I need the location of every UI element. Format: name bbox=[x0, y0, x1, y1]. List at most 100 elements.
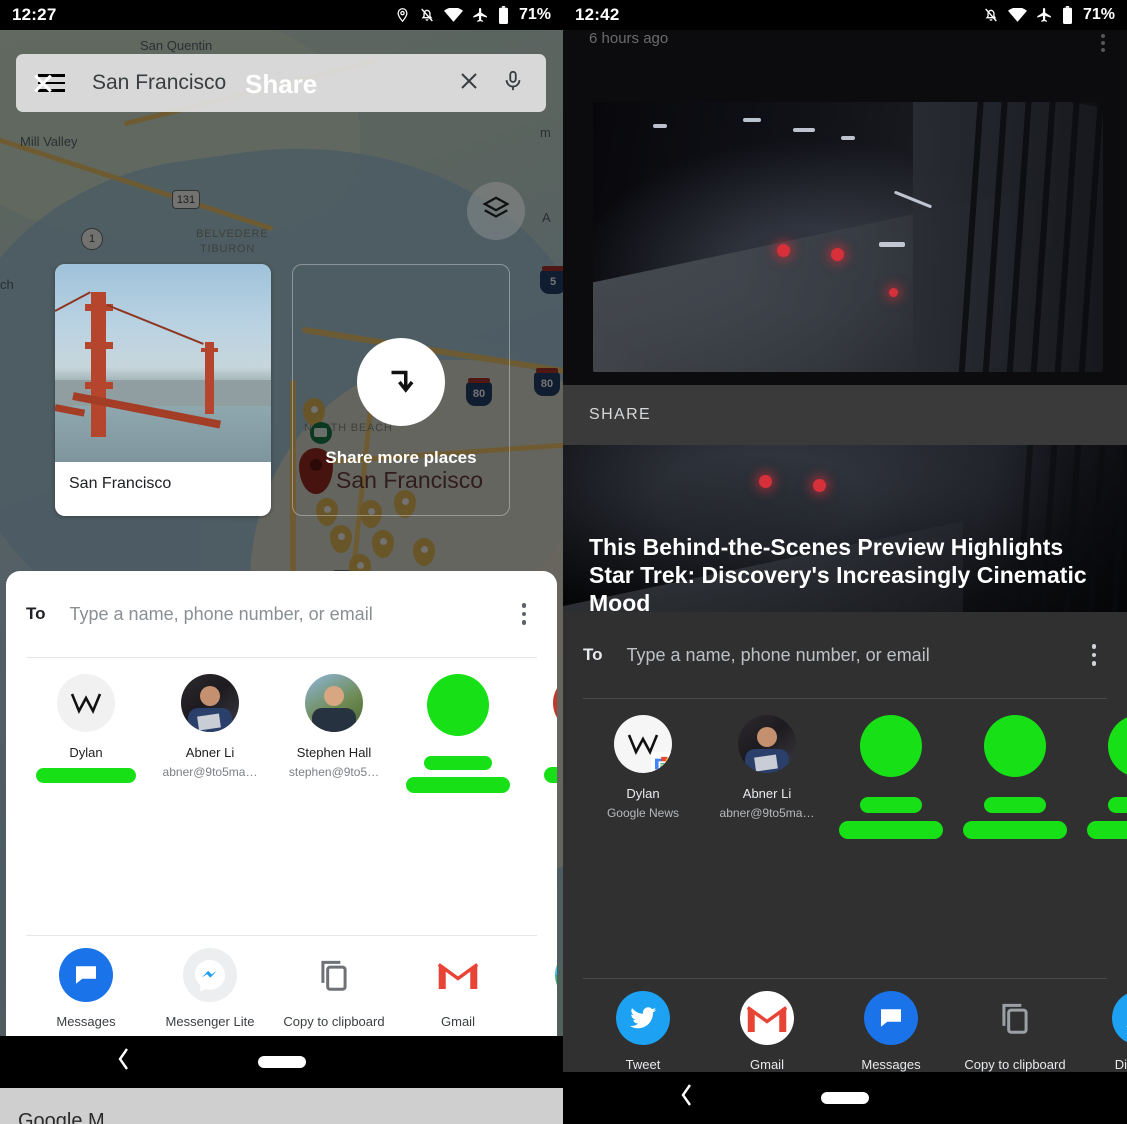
contact-chip[interactable] bbox=[396, 674, 520, 931]
app-label: Direct M bbox=[1114, 1057, 1127, 1072]
contact-chip[interactable] bbox=[953, 715, 1077, 974]
recipient-row[interactable]: To Type a name, phone number, or email bbox=[563, 612, 1127, 698]
app-target[interactable]: Gmail bbox=[705, 991, 829, 1072]
app-targets-row: Messages Messenger Lite Copy to clipboar… bbox=[6, 936, 557, 1029]
contact-name: Abner Li bbox=[742, 786, 792, 801]
app-target[interactable]: Messages bbox=[24, 948, 148, 1029]
contact-chip[interactable]: Abner Li abner@9to5ma… bbox=[148, 674, 272, 931]
clear-search-icon[interactable] bbox=[452, 69, 486, 98]
share-more-places-card[interactable]: Share more places bbox=[292, 264, 510, 516]
app-target[interactable]: Copy to clipboard bbox=[272, 948, 396, 1029]
status-time: 12:42 bbox=[575, 5, 620, 24]
battery-percent: 71% bbox=[1082, 6, 1115, 23]
contact-chip[interactable] bbox=[829, 715, 953, 974]
share-sheet-dark: To Type a name, phone number, or email D… bbox=[563, 612, 1127, 1072]
battery-icon bbox=[498, 6, 509, 24]
redacted-contact-detail bbox=[36, 768, 136, 783]
contact-detail: stephen@9to5… bbox=[288, 765, 380, 779]
avatar bbox=[614, 715, 672, 773]
home-pill[interactable] bbox=[821, 1092, 869, 1104]
app-target[interactable]: Messenger Lite bbox=[148, 948, 272, 1029]
messages-icon bbox=[864, 991, 918, 1045]
app-label: Messages bbox=[56, 1014, 116, 1029]
overflow-menu-icon[interactable] bbox=[1101, 34, 1105, 55]
slack-icon: S bbox=[555, 948, 557, 1002]
app-targets-row: Tweet Gmail Messages Copy to clipboard D… bbox=[563, 979, 1127, 1072]
page-caption: Google M bbox=[18, 1110, 105, 1124]
navigation-bar bbox=[563, 1072, 1127, 1124]
redacted-contact-detail bbox=[1087, 821, 1127, 839]
arrow-down-right-icon bbox=[357, 338, 445, 426]
screenshot-root: 12:27 71% San Francisco San Francisco Sh… bbox=[0, 0, 1127, 1124]
battery-percent: 71% bbox=[518, 6, 551, 23]
page-caption-strip: Google M bbox=[0, 1088, 563, 1124]
redacted-contact-detail bbox=[839, 821, 943, 839]
status-bar-left: 12:27 71% bbox=[0, 0, 563, 30]
overflow-menu-icon[interactable] bbox=[1081, 644, 1107, 666]
redacted-contact-name bbox=[1108, 797, 1127, 813]
home-pill[interactable] bbox=[257, 1056, 306, 1068]
gmail-icon bbox=[431, 948, 485, 1002]
app-target[interactable]: Direct M bbox=[1077, 991, 1127, 1072]
place-card-san-francisco[interactable]: San Francisco bbox=[55, 264, 271, 516]
redacted-contact-detail bbox=[963, 821, 1067, 839]
contact-detail: abner@9to5ma… bbox=[162, 765, 258, 779]
redacted-avatar bbox=[1108, 715, 1127, 777]
avatar bbox=[738, 715, 796, 773]
redacted-contact-name bbox=[424, 756, 492, 770]
gmail-icon bbox=[740, 991, 794, 1045]
app-target[interactable]: Messages bbox=[829, 991, 953, 1072]
voice-search-icon[interactable] bbox=[496, 69, 530, 98]
to-label: To bbox=[583, 645, 603, 664]
avatar bbox=[305, 674, 363, 732]
share-sheet-title: Share bbox=[245, 69, 318, 99]
contact-detail: abner@9to5ma… bbox=[719, 806, 815, 820]
contact-detail: Google News bbox=[606, 806, 680, 820]
contact-chip[interactable]: Stephen Hall stephen@9to5… bbox=[272, 674, 396, 931]
contact-chip[interactable]: Dylan Google News bbox=[581, 715, 705, 974]
messages-icon bbox=[59, 948, 113, 1002]
app-label: Gmail bbox=[441, 1014, 475, 1029]
recipient-row[interactable]: To Type a name, phone number, or email bbox=[6, 571, 557, 657]
app-target[interactable]: Gmail bbox=[396, 948, 520, 1029]
twitter-icon bbox=[1112, 991, 1127, 1045]
left-phone-panel: 12:27 71% San Francisco San Francisco Sh… bbox=[0, 0, 563, 1124]
recipient-input[interactable]: Type a name, phone number, or email bbox=[627, 645, 1081, 666]
share-sheet-light: To Type a name, phone number, or email D… bbox=[6, 571, 557, 1066]
redacted-avatar bbox=[860, 715, 922, 777]
app-target[interactable]: Copy to clipboard bbox=[953, 991, 1077, 1072]
share-header-label: SHARE bbox=[589, 406, 652, 423]
twitter-icon bbox=[616, 991, 670, 1045]
hamburger-menu-icon[interactable] bbox=[32, 70, 66, 96]
right-phone-panel: 12:42 71% 6 hours ago SHARE This Behind-… bbox=[563, 0, 1127, 1124]
contact-name: Stephen Hall bbox=[296, 745, 372, 760]
contact-chip[interactable]: Dylan bbox=[24, 674, 148, 931]
redacted-avatar bbox=[984, 715, 1046, 777]
overflow-menu-icon[interactable] bbox=[511, 603, 537, 625]
contact-chip[interactable] bbox=[1077, 715, 1127, 974]
redacted-contact-detail bbox=[406, 777, 510, 793]
contact-name: Dylan bbox=[626, 786, 660, 801]
notifications-off-icon bbox=[983, 6, 999, 24]
layers-icon bbox=[481, 194, 511, 229]
article-headline: This Behind-the-Scenes Preview Highlight… bbox=[589, 534, 1087, 617]
app-label: Tweet bbox=[625, 1057, 661, 1072]
map-layers-button[interactable] bbox=[467, 182, 525, 240]
app-label: Copy to clipboard bbox=[964, 1057, 1066, 1072]
contact-chip[interactable]: Abner Li abner@9to5ma… bbox=[705, 715, 829, 974]
back-chevron-icon[interactable] bbox=[679, 1082, 695, 1114]
app-target[interactable]: S Sla bbox=[520, 948, 557, 1029]
status-icon-group: 71% bbox=[395, 6, 551, 24]
app-target[interactable]: Tweet bbox=[581, 991, 705, 1072]
back-chevron-icon[interactable] bbox=[116, 1046, 132, 1078]
location-icon bbox=[395, 6, 410, 24]
airplane-mode-icon bbox=[1036, 7, 1053, 24]
navigation-bar bbox=[0, 1036, 563, 1088]
share-sheet-header: SHARE bbox=[563, 385, 1127, 445]
golden-gate-bridge-photo bbox=[55, 264, 271, 462]
close-icon bbox=[32, 73, 53, 94]
place-card-name: San Francisco bbox=[69, 475, 172, 492]
contact-chip[interactable]: S San bbox=[520, 674, 557, 931]
recipient-input[interactable]: Type a name, phone number, or email bbox=[70, 604, 511, 625]
app-label: Copy to clipboard bbox=[283, 1014, 385, 1029]
